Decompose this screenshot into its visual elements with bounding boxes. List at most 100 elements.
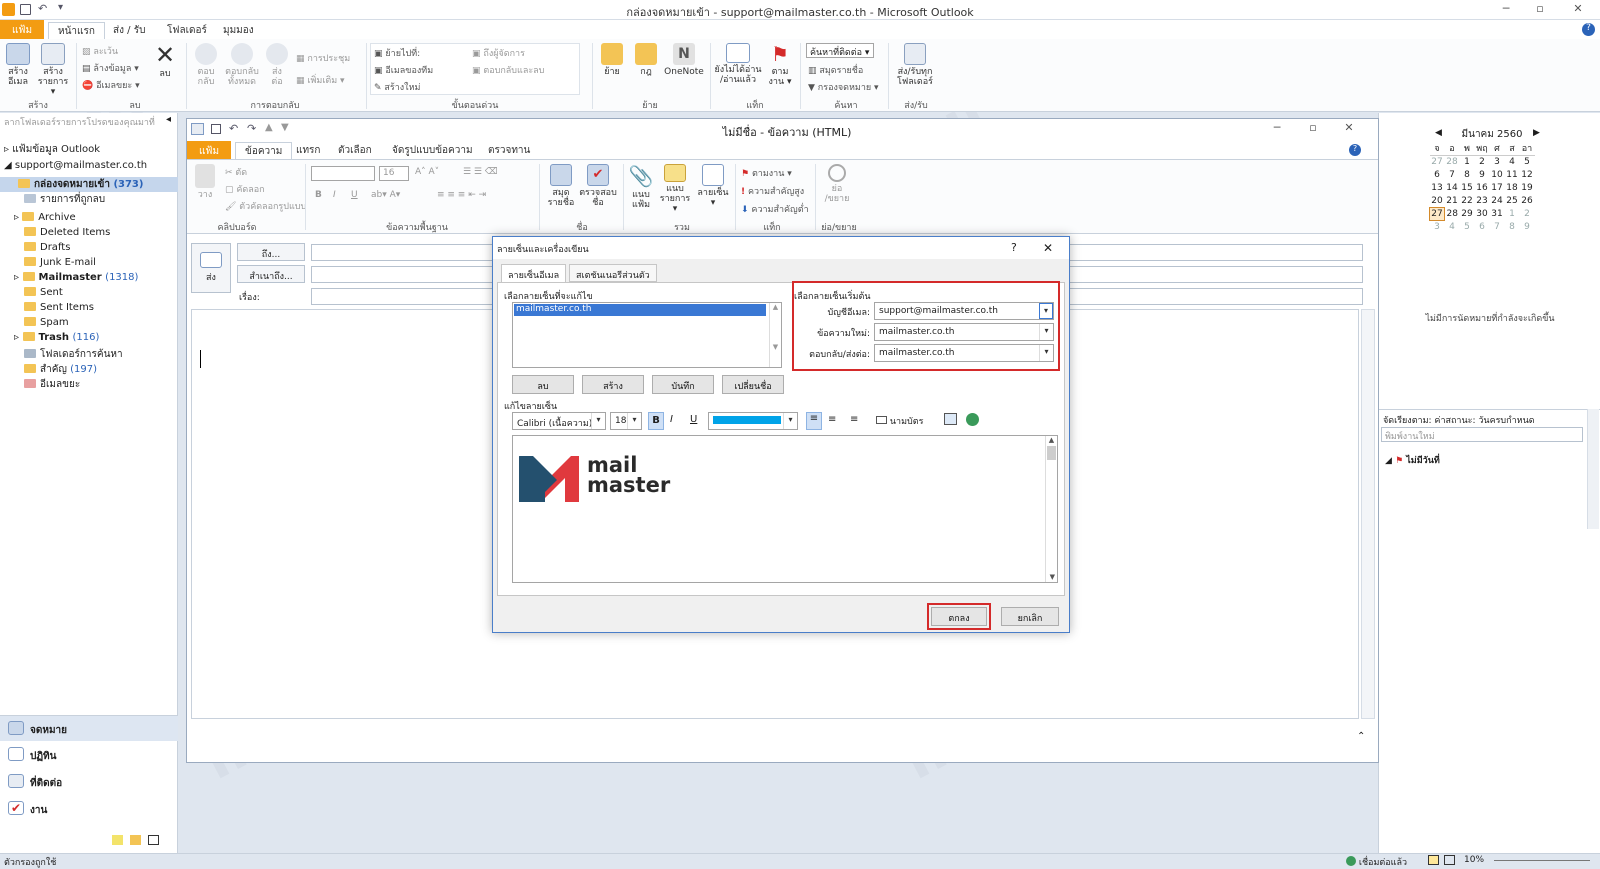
help-icon[interactable]: ? [1349, 144, 1361, 156]
dialog-close-button[interactable]: ✕ [1043, 241, 1053, 255]
tab-personal-stationery[interactable]: สเตชันเนอรีส่วนตัว [569, 264, 657, 282]
calendar-prev-icon[interactable]: ◀ [1435, 128, 1442, 138]
compose-tab-options[interactable]: ตัวเลือก [329, 142, 381, 159]
folder-archive[interactable]: ▹ Archive [0, 212, 178, 227]
collapse-nav-icon[interactable]: ◂ [166, 114, 171, 125]
folder-spam[interactable]: Spam [0, 317, 178, 332]
calendar-day[interactable]: 7 [1490, 221, 1505, 234]
zoom-button[interactable]: ย่อ /ขยาย [821, 164, 853, 204]
calendar-day[interactable]: 25 [1505, 195, 1520, 208]
task-scrollbar[interactable] [1587, 409, 1599, 529]
nav-calendar-button[interactable]: ปฏิทิน [0, 742, 178, 768]
calendar-day[interactable]: 2 [1520, 208, 1535, 221]
delete-button[interactable]: ✕ ลบ [150, 43, 180, 79]
insert-hyperlink-icon[interactable] [966, 413, 979, 426]
quickstep-done[interactable]: ▣ ตอบกลับและลบ [472, 63, 544, 77]
calendar-day[interactable]: 16 [1475, 182, 1490, 195]
calendar-day[interactable]: 6 [1430, 169, 1445, 182]
unread-read-button[interactable]: ยังไม่ได้อ่าน /อ่านแล้ว [714, 43, 762, 85]
send-receive-all-button[interactable]: ส่ง/รับทุก โฟลเดอร์ [892, 43, 938, 87]
calendar-day[interactable]: 19 [1520, 182, 1535, 195]
calendar-day[interactable]: 9 [1520, 221, 1535, 234]
calendar-day[interactable]: 20 [1430, 195, 1445, 208]
compose-maximize-button[interactable]: ▫ [1303, 121, 1323, 137]
reply-all-button[interactable]: ตอบกลับ ทั้งหมด [224, 43, 260, 87]
chevron-down-icon[interactable]: ▾ [783, 413, 797, 429]
compose-tab-insert[interactable]: แทรก [287, 142, 329, 159]
calendar-day[interactable]: 10 [1490, 169, 1505, 182]
address-book-button[interactable]: สมุด รายชื่อ [545, 164, 577, 208]
signature-list-item[interactable]: mailmaster.co.th [514, 304, 766, 316]
calendar-day[interactable]: 14 [1445, 182, 1460, 195]
save-signature-button[interactable]: บันทึก [652, 375, 714, 394]
compose-minimize-button[interactable]: ─ [1267, 121, 1287, 137]
editor-font-select[interactable]: Calibri (เนื้อความ) ▾ [512, 412, 606, 430]
folder-sent-items[interactable]: Sent Items [0, 302, 178, 317]
font-name-box[interactable] [311, 166, 375, 181]
compose-tab-review[interactable]: ตรวจทาน [479, 142, 539, 159]
signature-editor[interactable]: mail master ▲ ▼ [512, 435, 1058, 583]
calendar-day[interactable]: 4 [1505, 156, 1520, 169]
move-button[interactable]: ย้าย [598, 43, 626, 77]
onenote-button[interactable]: N OneNote [664, 43, 704, 77]
down-arrow-icon[interactable]: ▼ [281, 122, 289, 133]
calendar-day[interactable]: 26 [1520, 195, 1535, 208]
calendar-day[interactable]: 13 [1430, 182, 1445, 195]
list-scrollbar[interactable]: ▲ ▼ [769, 303, 781, 367]
help-icon[interactable]: ? [1582, 23, 1595, 36]
underline-button[interactable]: U [690, 414, 697, 425]
to-button[interactable]: ถึง... [237, 243, 305, 261]
dialog-help-button[interactable]: ? [1011, 241, 1017, 254]
calendar-day[interactable]: 4 [1445, 221, 1460, 234]
format-painter-button[interactable]: 🖌 ตัวคัดลอกรูปแบบ [225, 199, 306, 213]
junk-button[interactable]: ⛔ อีเมลขยะ ▾ [82, 78, 140, 92]
calendar-day[interactable]: 18 [1505, 182, 1520, 195]
italic-icon[interactable]: I [333, 190, 336, 200]
calendar-day[interactable]: 7 [1445, 169, 1460, 182]
calendar-day[interactable]: 27 [1430, 156, 1445, 169]
bold-icon[interactable]: B [315, 190, 322, 200]
insert-picture-icon[interactable] [944, 413, 957, 425]
calendar-day[interactable]: 1 [1460, 156, 1475, 169]
high-importance-button[interactable]: ! ความสำคัญสูง [741, 184, 804, 198]
account-root[interactable]: ◢ support@mailmaster.co.th [0, 160, 178, 175]
folder-deleted-items[interactable]: Deleted Items [0, 227, 178, 242]
follow-up-button[interactable]: ⚑ ตาม งาน ▾ [766, 43, 794, 87]
tab-view[interactable]: มุมมอง [214, 22, 263, 39]
font-size-box[interactable]: 16 [379, 166, 409, 181]
editor-size-select[interactable]: 18 ▾ [610, 412, 642, 430]
filter-email-button[interactable]: ▼ กรองจดหมาย ▾ [808, 80, 879, 94]
minimize-button[interactable]: ─ [1496, 2, 1516, 18]
calendar-day[interactable]: 29 [1460, 208, 1475, 221]
calendar-day[interactable]: 22 [1460, 195, 1475, 208]
redo-icon[interactable]: ↷ [247, 122, 256, 135]
tab-email-signature[interactable]: ลายเซ็นอีเมล [501, 264, 567, 283]
calendar-day[interactable]: 31 [1490, 208, 1505, 221]
calendar-day[interactable]: 24 [1490, 195, 1505, 208]
folder-trash[interactable]: ▹ Trash (116) [0, 332, 178, 347]
find-contact-box[interactable]: ค้นหาที่ติดต่อ ▾ [806, 43, 874, 58]
up-arrow-icon[interactable]: ▲ [265, 122, 273, 133]
task-arrange-header[interactable]: จัดเรียงตาม: ค่าสถานะ: วันครบกำหนด [1379, 409, 1600, 427]
cut-button[interactable]: ✂ ตัด [225, 165, 247, 179]
forward-button[interactable]: ส่ง ต่อ [264, 43, 290, 87]
nav-tasks-button[interactable]: ✔ งาน [0, 796, 178, 822]
folder-junk[interactable]: Junk E-mail [0, 257, 178, 272]
calendar-day[interactable]: 17 [1490, 182, 1505, 195]
calendar-day[interactable]: 6 [1475, 221, 1490, 234]
cc-button[interactable]: สำเนาถึง... [237, 265, 305, 283]
folder-search[interactable]: โฟลเดอร์การค้นหา [0, 347, 178, 362]
calendar-day[interactable]: 15 [1460, 182, 1475, 195]
calendar-day[interactable]: 9 [1475, 169, 1490, 182]
notes-icon[interactable] [112, 835, 123, 845]
bullets-icon[interactable]: ☰ ☰ ⌫ [463, 167, 498, 177]
folder-deleted-th[interactable]: รายการที่ถูกลบ [0, 192, 178, 207]
rules-button[interactable]: กฎ [632, 43, 660, 77]
compose-tab-message[interactable]: ข้อความ [235, 142, 293, 159]
meeting-button[interactable]: ▦ การประชุม [296, 51, 350, 65]
compose-close-button[interactable]: ✕ [1339, 121, 1359, 137]
save-icon[interactable] [211, 124, 221, 134]
calendar-day[interactable]: 8 [1505, 221, 1520, 234]
calendar-day[interactable]: 1 [1505, 208, 1520, 221]
follow-up-button[interactable]: ⚑ ตามงาน ▾ [741, 166, 792, 180]
